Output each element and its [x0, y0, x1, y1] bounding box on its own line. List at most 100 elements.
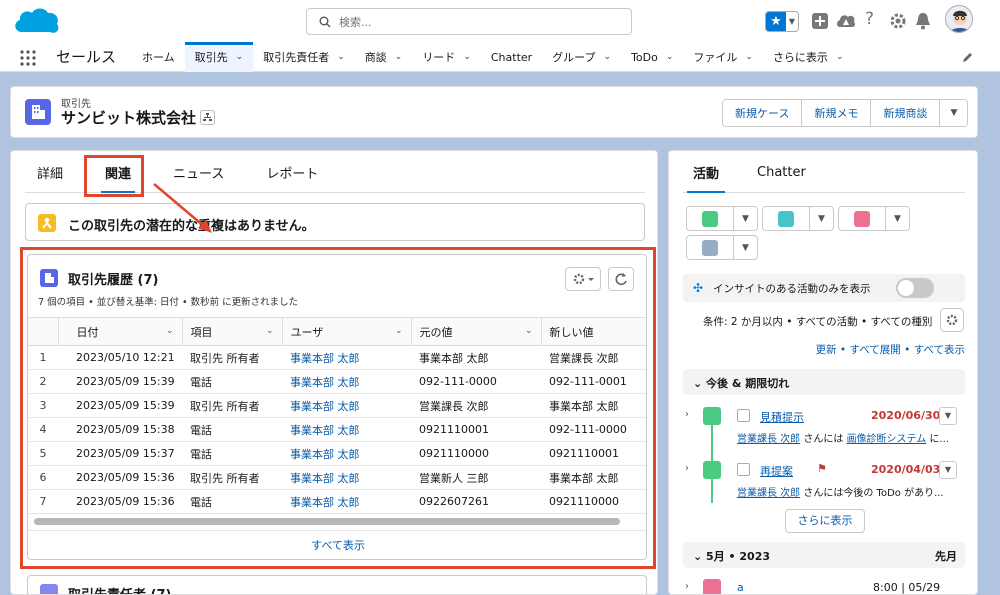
- refresh-button[interactable]: [608, 267, 634, 291]
- gear-icon[interactable]: [889, 12, 907, 30]
- nav-item[interactable]: 商談 ⌄: [355, 42, 413, 72]
- task-menu-button[interactable]: ▼: [939, 461, 957, 479]
- chevron-down-icon[interactable]: ⌄: [395, 52, 403, 62]
- activity-links[interactable]: 更新 • すべて展開 • すべて表示: [683, 342, 965, 357]
- nav-item[interactable]: 取引先責任者 ⌄: [253, 42, 355, 72]
- insight-toggle[interactable]: [896, 278, 934, 298]
- chevron-down-icon[interactable]: ⌄: [463, 52, 471, 62]
- nav-item[interactable]: ホーム: [132, 42, 185, 72]
- add-icon[interactable]: [811, 12, 829, 30]
- bell-icon[interactable]: [915, 12, 931, 30]
- nav-item[interactable]: 取引先 ⌄: [184, 42, 254, 72]
- chevron-down-icon[interactable]: ▼: [809, 207, 833, 230]
- global-search[interactable]: [306, 8, 632, 35]
- task-related-link[interactable]: 画像診断システム: [847, 434, 927, 445]
- new-opportunity-button[interactable]: 新規商談: [871, 100, 941, 126]
- upcoming-section-header[interactable]: ⌄ 今後 & 期限切れ: [683, 369, 965, 395]
- nav-item[interactable]: さらに表示 ⌄: [763, 42, 854, 72]
- filter-settings-button[interactable]: [940, 308, 964, 332]
- table-header-row: 日付 ⌄ 項目 ⌄ ユーザ ⌄ 元の値 ⌄ 新しい値: [28, 317, 646, 346]
- more-actions-button[interactable]: ▼: [940, 100, 968, 126]
- nav-item[interactable]: グループ ⌄: [542, 42, 621, 72]
- chevron-right-icon[interactable]: ›: [685, 581, 689, 592]
- task-assignee-link[interactable]: 営業課長 次郎: [737, 488, 800, 499]
- new-note-button[interactable]: 新規メモ: [802, 100, 872, 126]
- chevron-down-icon[interactable]: ⌄: [166, 326, 174, 336]
- contacts-card: 取引先責任者 (7): [27, 575, 647, 594]
- hierarchy-icon[interactable]: [200, 110, 215, 125]
- contact-icon: [40, 584, 58, 594]
- insight-filter: ✣ インサイトのある活動のみを表示: [683, 274, 965, 302]
- task-title[interactable]: 見積提示: [760, 409, 804, 425]
- chevron-down-icon[interactable]: ⌄: [525, 326, 533, 336]
- task-title[interactable]: 再提案: [760, 463, 793, 479]
- event-title[interactable]: a: [737, 581, 744, 594]
- column-header-old-value[interactable]: 元の値 ⌄: [411, 317, 542, 346]
- view-all-link[interactable]: すべて表示: [28, 530, 646, 559]
- task-assignee-link[interactable]: 営業課長 次郎: [737, 434, 800, 445]
- column-header-new-value[interactable]: 新しい値: [541, 317, 646, 346]
- new-event-button[interactable]: ▼: [838, 206, 910, 231]
- chevron-down-icon[interactable]: ▼: [885, 207, 909, 230]
- cell-user[interactable]: 事業本部 太郎: [282, 489, 411, 514]
- chevron-down-icon[interactable]: ▼: [733, 207, 757, 230]
- column-header-field[interactable]: 項目 ⌄: [182, 317, 283, 346]
- chevron-down-icon[interactable]: ▼: [733, 236, 757, 259]
- nav-item[interactable]: ToDo ⌄: [621, 42, 683, 72]
- cell-user[interactable]: 事業本部 太郎: [282, 393, 411, 418]
- chevron-down-icon[interactable]: ⌄: [236, 52, 244, 62]
- search-input[interactable]: [339, 13, 619, 31]
- chevron-down-icon[interactable]: ⌄: [666, 52, 674, 62]
- task-checkbox[interactable]: [737, 463, 750, 476]
- chevron-down-icon[interactable]: ⌄: [266, 326, 274, 336]
- edit-nav-icon[interactable]: [962, 51, 974, 63]
- show-more-button[interactable]: さらに表示: [785, 509, 865, 533]
- salesforce-logo[interactable]: [12, 4, 62, 38]
- app-launcher-icon[interactable]: [20, 50, 36, 66]
- column-header-date[interactable]: 日付 ⌄: [58, 317, 183, 346]
- month-label: 5月 • 2023: [706, 550, 771, 563]
- column-header-user[interactable]: ユーザ ⌄: [282, 317, 412, 346]
- task-menu-button[interactable]: ▼: [939, 407, 957, 425]
- chevron-down-icon[interactable]: ⌄: [395, 326, 403, 336]
- table-row: 7 2023/05/09 15:36 電話 事業本部 太郎 0922607261 0921…: [28, 489, 646, 514]
- cell-field: 電話: [182, 369, 282, 394]
- help-icon[interactable]: ?: [865, 9, 874, 29]
- nav-item-label: さらに表示: [772, 51, 828, 64]
- tab-activity[interactable]: 活動: [683, 151, 729, 193]
- history-table: 日付 ⌄ 項目 ⌄ ユーザ ⌄ 元の値 ⌄ 新しい値 1 2023/05/10 12:21…: [28, 317, 646, 514]
- cell-new-value: 事業本部 太郎: [541, 393, 646, 418]
- nav-item[interactable]: リード ⌄: [412, 42, 481, 72]
- column-label: 項目: [190, 325, 213, 339]
- cell-user[interactable]: 事業本部 太郎: [282, 345, 411, 370]
- task-checkbox[interactable]: [737, 409, 750, 422]
- chevron-down-icon[interactable]: ⌄: [836, 52, 844, 62]
- new-case-button[interactable]: 新規ケース: [723, 100, 803, 126]
- email-button[interactable]: ▼: [686, 235, 758, 260]
- nav-item[interactable]: ファイル ⌄: [683, 42, 763, 72]
- cell-user[interactable]: 事業本部 太郎: [282, 417, 411, 442]
- chevron-down-icon[interactable]: ⌄: [337, 52, 345, 62]
- tab-reports[interactable]: レポート: [254, 151, 330, 193]
- task-icon: [687, 207, 733, 230]
- list-settings-button[interactable]: [565, 267, 601, 291]
- flag-icon: ⚑: [817, 462, 827, 475]
- favorites-button[interactable]: ★ ▼: [765, 11, 799, 32]
- cell-user[interactable]: 事業本部 太郎: [282, 441, 411, 466]
- horizontal-scrollbar[interactable]: [34, 518, 620, 525]
- cell-user[interactable]: 事業本部 太郎: [282, 369, 411, 394]
- chevron-down-icon[interactable]: ⌄: [604, 52, 612, 62]
- chevron-right-icon[interactable]: ›: [685, 409, 689, 420]
- user-avatar[interactable]: [945, 5, 973, 33]
- log-call-button[interactable]: ▼: [762, 206, 834, 231]
- nav-item[interactable]: Chatter: [481, 42, 542, 72]
- tab-chatter[interactable]: Chatter: [747, 151, 816, 193]
- new-task-button[interactable]: ▼: [686, 206, 758, 231]
- month-section-header[interactable]: ⌄ 5月 • 2023 先月: [683, 542, 965, 568]
- chevron-down-icon[interactable]: ⌄: [745, 52, 753, 62]
- chevron-right-icon[interactable]: ›: [685, 463, 689, 474]
- cell-user[interactable]: 事業本部 太郎: [282, 465, 411, 490]
- trailhead-icon[interactable]: [836, 12, 856, 30]
- tab-details[interactable]: 詳細: [25, 151, 75, 193]
- cell-field: 電話: [182, 489, 282, 514]
